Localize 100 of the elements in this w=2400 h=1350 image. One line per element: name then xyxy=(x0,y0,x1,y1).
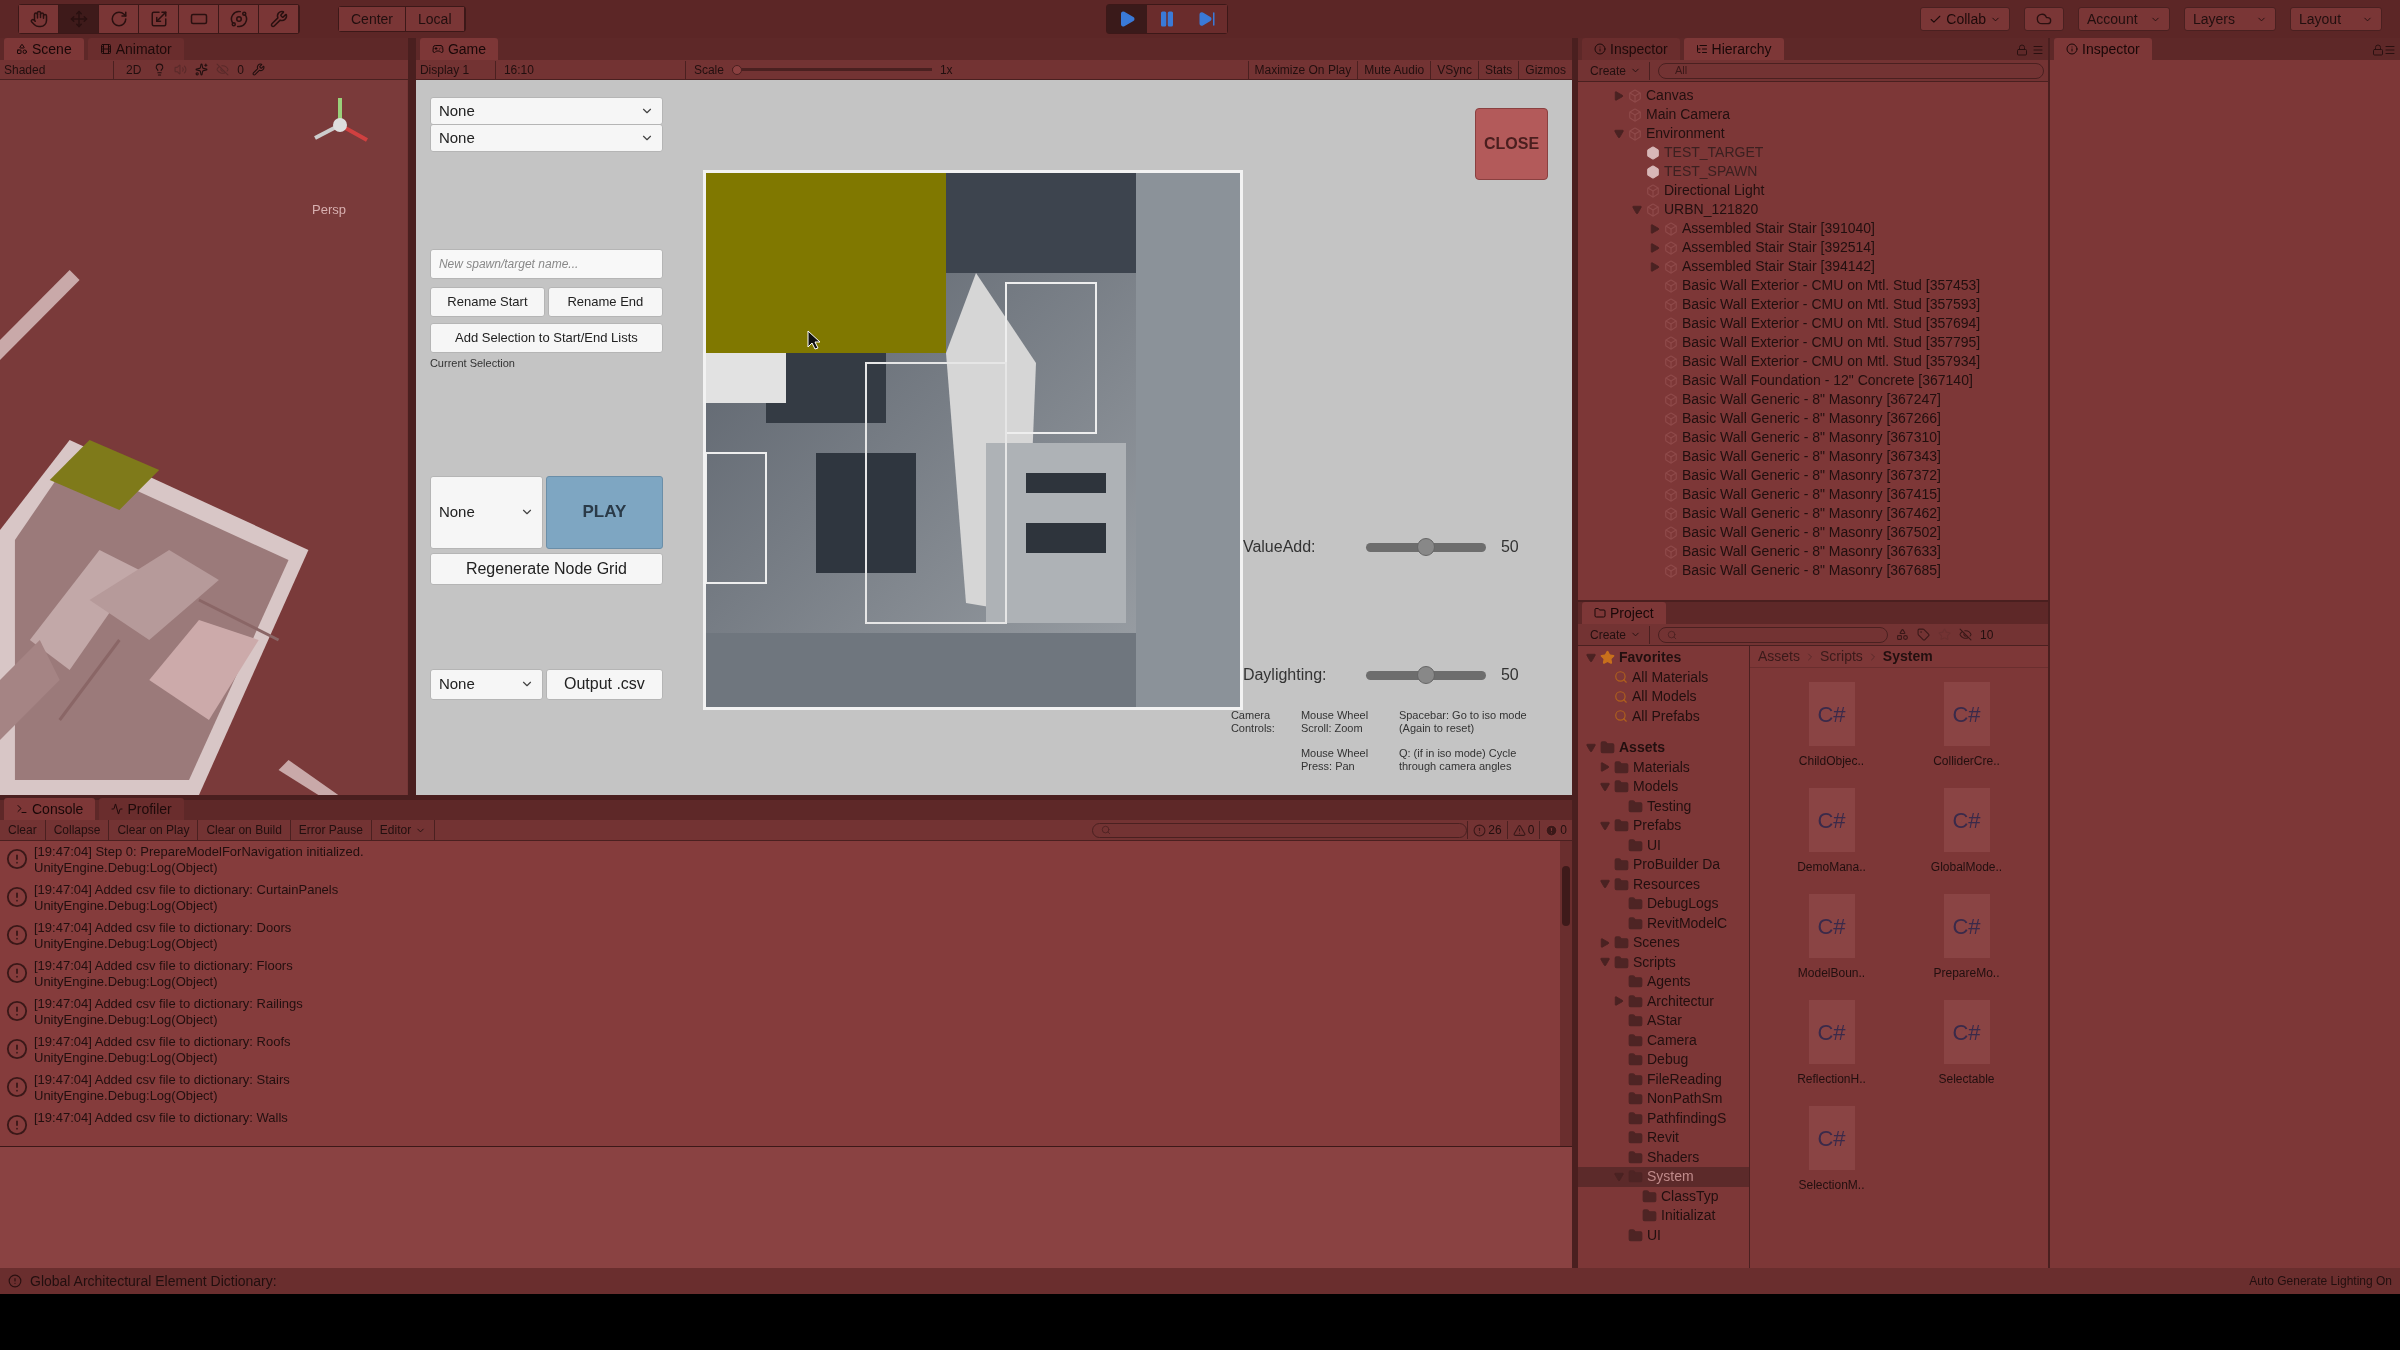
pause-button[interactable] xyxy=(1146,5,1187,33)
collapsed-arrow-icon[interactable] xyxy=(1650,242,1660,253)
file-name[interactable]: SelectionM.. xyxy=(1798,1176,1865,1194)
folder-tree-item[interactable]: ProBuilder Da xyxy=(1578,855,1749,875)
folder-tree-item[interactable]: PathfindingS xyxy=(1578,1108,1749,1128)
hierarchy-item[interactable]: Main Camera xyxy=(1646,104,1731,125)
create-button[interactable]: Create xyxy=(1582,625,1651,644)
rotate-tool-button[interactable] xyxy=(99,5,139,33)
favorites-header[interactable]: Favorites xyxy=(1619,647,1682,669)
folder-tree-item[interactable]: FileReading xyxy=(1578,1069,1749,1089)
collapsed-arrow-icon[interactable] xyxy=(1650,223,1660,234)
log-message[interactable]: [19:47:04] Added csv file to dictionary: Walls xyxy=(34,1110,288,1126)
inspector-tab[interactable]: Inspector xyxy=(2054,38,2152,60)
console-button[interactable]: Editor xyxy=(371,820,436,840)
script-file-icon[interactable]: C# xyxy=(1943,682,1990,746)
hierarchy-item[interactable]: Basic Wall Generic - 8" Masonry [367266] xyxy=(1682,408,1941,429)
log-message[interactable]: [19:47:04] Step 0: PrepareModelForNavigation initialized. xyxy=(34,844,364,860)
folder-tree-item[interactable]: AStar xyxy=(1578,1011,1749,1031)
folder-tree-item[interactable]: Resources xyxy=(1578,874,1749,894)
expanded-arrow-icon[interactable] xyxy=(1586,652,1596,663)
scale-slider-track[interactable] xyxy=(731,64,932,75)
dropdown[interactable]: None xyxy=(429,668,543,700)
folder-tree-item[interactable]: ClassTyp xyxy=(1578,1186,1749,1206)
panel-tab[interactable]: Console xyxy=(4,798,96,820)
hierarchy-item[interactable]: Basic Wall Foundation - 12" Concrete [367140] xyxy=(1682,370,1973,391)
game-toggle[interactable]: Maximize On Play xyxy=(1247,60,1358,79)
folder-tree-item[interactable]: System xyxy=(1578,1167,1749,1187)
play-game-button[interactable]: PLAY xyxy=(545,475,663,549)
script-file-icon[interactable]: C# xyxy=(1808,788,1855,852)
hierarchy-item[interactable]: Basic Wall Generic - 8" Masonry [367633] xyxy=(1682,541,1941,562)
toolbar-dropdown[interactable]: Layout xyxy=(2290,7,2382,31)
hand-tool-button[interactable] xyxy=(19,5,59,33)
panel-tab[interactable]: Inspector xyxy=(1582,38,1680,60)
pivot-button[interactable]: Local xyxy=(406,7,465,31)
sparkles-icon[interactable] xyxy=(195,63,209,76)
folder-tree-item[interactable]: NonPathSm xyxy=(1578,1089,1749,1109)
console-button[interactable]: Clear on Play xyxy=(109,820,199,840)
hierarchy-item[interactable]: Basic Wall Exterior - CMU on Mtl. Stud [357694] xyxy=(1682,313,1981,334)
info-count-icon[interactable] xyxy=(1473,823,1487,837)
log-message[interactable]: [19:47:04] Added csv file to dictionary: Stairs xyxy=(34,1072,290,1088)
breadcrumb-item[interactable]: Scripts xyxy=(1820,646,1863,667)
panel-tab[interactable]: Profiler xyxy=(99,798,184,820)
folder-tree-item[interactable]: Materials xyxy=(1578,757,1749,777)
ui-button[interactable]: Regenerate Node Grid xyxy=(429,552,663,585)
folder-tree-item[interactable]: Agents xyxy=(1578,972,1749,992)
hierarchy-item[interactable]: Basic Wall Generic - 8" Masonry [367372] xyxy=(1682,465,1941,486)
ui-button[interactable]: Rename End xyxy=(547,287,663,317)
hierarchy-item[interactable]: Directional Light xyxy=(1664,180,1765,201)
game-toggle[interactable]: Mute Audio xyxy=(1357,60,1431,79)
aspect-dropdown[interactable]: 16:10 xyxy=(495,60,686,79)
cloud-button[interactable] xyxy=(2024,7,2064,31)
folder-tree-item[interactable]: DebugLogs xyxy=(1578,894,1749,914)
folder-tree-item[interactable]: RevitModelC xyxy=(1578,913,1749,933)
menu-icon[interactable] xyxy=(2384,44,2396,56)
hierarchy-item[interactable]: Canvas xyxy=(1646,85,1694,106)
folder-tree-item[interactable]: Prefabs xyxy=(1578,816,1749,836)
console-button[interactable]: Clear xyxy=(0,820,46,840)
move-tool-button[interactable] xyxy=(59,5,99,33)
hierarchy-item[interactable]: Basic Wall Exterior - CMU on Mtl. Stud [357593] xyxy=(1682,294,1981,315)
project-tab[interactable]: Project xyxy=(1582,602,1666,624)
filter-type-icon[interactable] xyxy=(1896,628,1910,641)
panel-tab[interactable]: Scene xyxy=(4,38,84,60)
pivot-button[interactable]: Center xyxy=(339,7,407,31)
script-file-icon[interactable]: C# xyxy=(1808,682,1855,746)
hierarchy-item[interactable]: Environment xyxy=(1646,123,1725,144)
ui-button[interactable]: Rename Start xyxy=(429,287,545,317)
panel-tab[interactable]: Hierarchy xyxy=(1683,38,1784,60)
hierarchy-item[interactable]: Basic Wall Generic - 8" Masonry [367685] xyxy=(1682,560,1941,581)
game-toggle[interactable]: Gizmos xyxy=(1518,60,1572,79)
collab-dropdown[interactable]: Collab xyxy=(1920,7,2010,31)
script-file-icon[interactable]: C# xyxy=(1808,894,1855,958)
folder-tree-item[interactable]: Shaders xyxy=(1578,1147,1749,1167)
log-message[interactable]: [19:47:04] Added csv file to dictionary: Roofs xyxy=(34,1034,291,1050)
console-button[interactable]: Error Pause xyxy=(290,820,372,840)
2d-toggle[interactable]: 2D xyxy=(122,60,146,79)
tag-icon[interactable] xyxy=(1917,628,1931,641)
favorite-item[interactable]: All Materials xyxy=(1632,666,1709,688)
favorite-item[interactable]: All Prefabs xyxy=(1632,705,1700,727)
script-file-icon[interactable]: C# xyxy=(1943,1000,1990,1064)
scale-tool-button[interactable] xyxy=(139,5,179,33)
scrollbar[interactable] xyxy=(1560,841,1572,1146)
file-name[interactable]: Selectable xyxy=(1938,1070,1995,1088)
folder-tree-item[interactable]: Initializat xyxy=(1578,1206,1749,1226)
expanded-arrow-icon[interactable] xyxy=(1614,128,1624,139)
shading-dropdown[interactable]: Shaded xyxy=(4,60,114,79)
game-tab[interactable]: Game xyxy=(419,38,499,60)
speaker-icon[interactable] xyxy=(174,63,188,76)
script-file-icon[interactable]: C# xyxy=(1808,1000,1855,1064)
expanded-arrow-icon[interactable] xyxy=(1600,957,1610,968)
hierarchy-item[interactable]: Basic Wall Generic - 8" Masonry [367247] xyxy=(1682,389,1941,410)
dropdown[interactable]: None xyxy=(429,124,663,152)
play-button[interactable] xyxy=(1106,5,1147,33)
hierarchy-item[interactable]: Assembled Stair Stair [391040] xyxy=(1682,218,1875,239)
file-name[interactable]: ReflectionH.. xyxy=(1797,1070,1866,1088)
error-count-icon[interactable] xyxy=(1545,823,1559,837)
hidden-eye-icon[interactable] xyxy=(1959,628,1973,641)
expanded-arrow-icon[interactable] xyxy=(1600,879,1610,890)
file-name[interactable]: DemoMana.. xyxy=(1797,858,1866,876)
hierarchy-item[interactable]: TEST_TARGET xyxy=(1664,142,1764,163)
lock-icon[interactable] xyxy=(2016,44,2028,56)
